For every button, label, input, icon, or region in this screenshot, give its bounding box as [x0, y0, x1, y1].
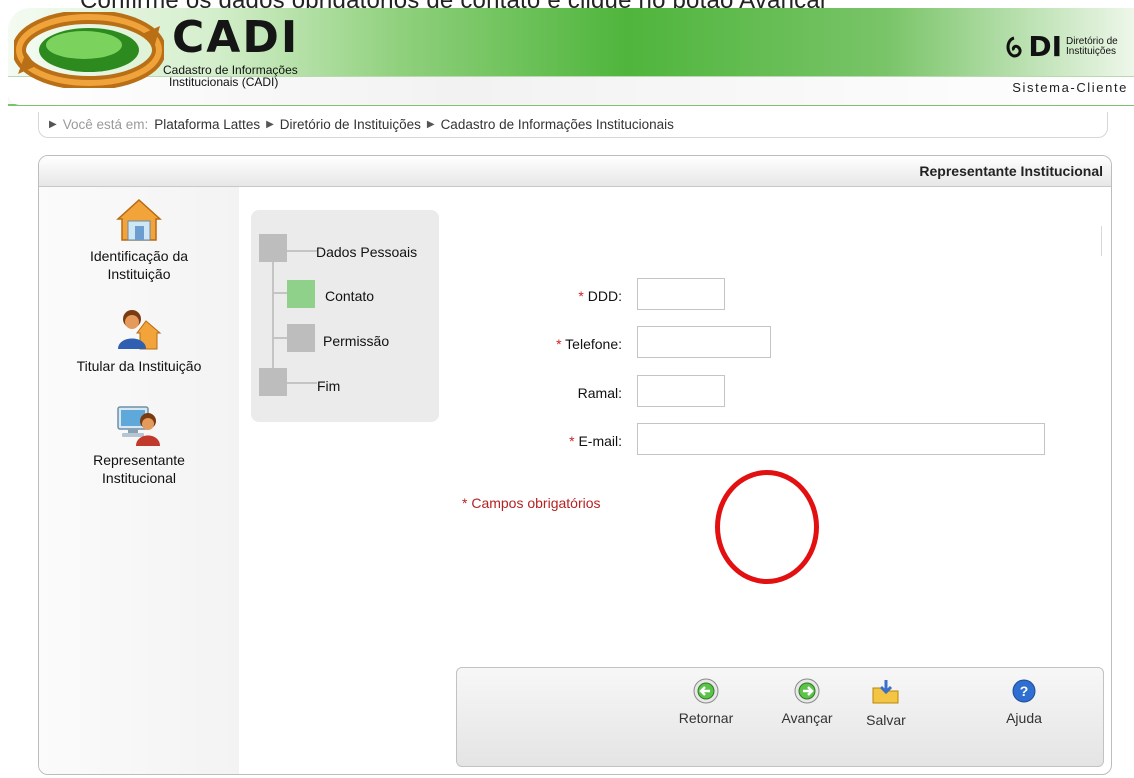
- step-connector: [273, 292, 287, 294]
- step-connector: [273, 337, 287, 339]
- cadi-logo-icon: [14, 12, 164, 88]
- step-marker-permissao: [287, 324, 315, 352]
- email-label: * E-mail:: [569, 433, 622, 449]
- panel-title-bar: Representante Institucional: [39, 156, 1111, 187]
- ddd-input[interactable]: [637, 278, 725, 310]
- salvar-button[interactable]: Salvar: [845, 678, 927, 728]
- sidebar: Identificação da Instituição Titular da …: [39, 187, 239, 774]
- ajuda-button[interactable]: ? Ajuda: [983, 678, 1065, 726]
- person-house-icon: [118, 310, 162, 350]
- folder-save-icon: [872, 680, 899, 704]
- avancar-button[interactable]: Avançar: [766, 678, 848, 726]
- svg-text:?: ?: [1020, 683, 1029, 699]
- ddd-label: * DDD:: [578, 288, 622, 304]
- ramal-label: Ramal:: [577, 385, 622, 401]
- breadcrumb-link-plataforma-lattes[interactable]: Plataforma Lattes: [154, 117, 260, 132]
- step-marker-dados-pessoais: [259, 234, 287, 262]
- breadcrumb-separator-icon: ▶: [426, 119, 435, 130]
- sidebar-item-representante[interactable]: Representante Institucional: [39, 401, 239, 487]
- retornar-button[interactable]: Retornar: [665, 678, 747, 726]
- brand-title: CADI: [172, 12, 300, 63]
- di-text: Diretório de Instituições: [1066, 36, 1118, 57]
- main-panel: Representante Institucional Identificaçã…: [38, 155, 1112, 775]
- help-icon: ?: [1012, 679, 1036, 703]
- breadcrumb-link-diretorio[interactable]: Diretório de Instituições: [280, 117, 421, 132]
- required-fields-note: * Campos obrigatórios: [462, 495, 601, 511]
- house-icon: [116, 198, 162, 241]
- step-marker-contato: [287, 280, 315, 308]
- action-bar: Retornar Avançar Salvar ? Ajuda: [456, 667, 1104, 767]
- step-label-fim: Fim: [317, 378, 341, 394]
- step-connector: [287, 250, 317, 252]
- email-input[interactable]: [637, 423, 1045, 455]
- di-logo: DI Diretório de Instituições: [1004, 30, 1122, 63]
- di-mark: DI: [1028, 30, 1062, 63]
- person-computer-icon: [117, 406, 160, 446]
- breadcrumb: ▶ Você está em: Plataforma Lattes ▶ Dire…: [38, 112, 1108, 138]
- panel-title: Representante Institucional: [919, 163, 1103, 179]
- brand-subtitle: Cadastro de Informações Institucionais (…: [163, 63, 298, 89]
- step-label-contato: Contato: [325, 288, 375, 304]
- telefone-input[interactable]: [637, 326, 771, 358]
- arrow-left-icon: [693, 678, 719, 704]
- breadcrumb-current: Cadastro de Informações Institucionais: [440, 117, 674, 132]
- ramal-input[interactable]: [637, 375, 725, 407]
- divider: [1101, 226, 1102, 256]
- step-indicator: Dados Pessoais Contato Permissão Fim: [251, 210, 439, 422]
- step-label-dados-pessoais: Dados Pessoais: [316, 244, 418, 260]
- system-label: Sistema-Cliente: [1012, 80, 1128, 95]
- breadcrumb-separator-icon: ▶: [266, 119, 274, 130]
- step-connector: [272, 252, 274, 376]
- sidebar-item-identificacao[interactable]: Identificação da Instituição: [39, 197, 239, 283]
- sidebar-item-titular[interactable]: Titular da Instituição: [39, 307, 239, 375]
- step-connector: [287, 382, 317, 384]
- di-swirl-icon: [1006, 36, 1022, 58]
- telefone-label: * Telefone:: [556, 336, 622, 352]
- breadcrumb-prefix: Você está em:: [62, 117, 149, 132]
- arrow-right-icon: [794, 678, 820, 704]
- step-marker-fim: [259, 368, 287, 396]
- breadcrumb-arrow-icon: ▶: [49, 119, 57, 130]
- step-label-permissao: Permissão: [323, 333, 390, 349]
